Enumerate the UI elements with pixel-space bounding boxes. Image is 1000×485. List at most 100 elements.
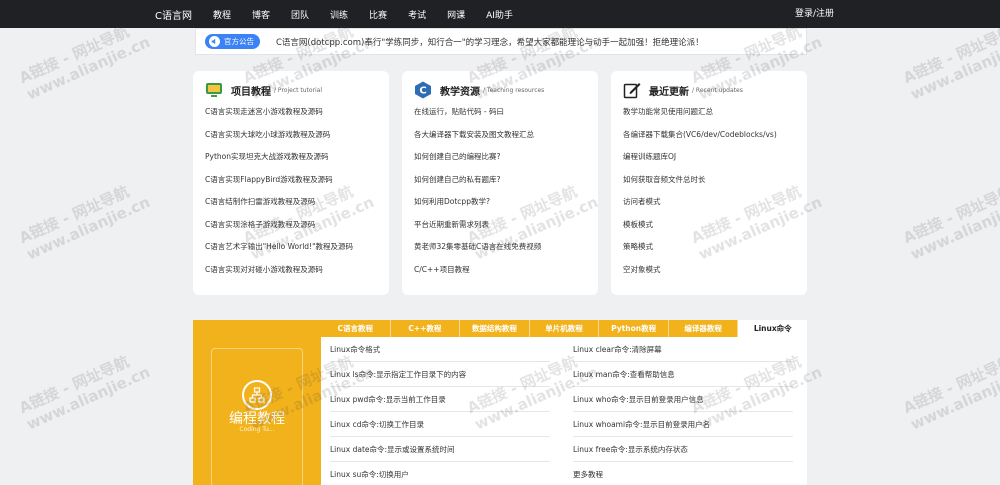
list-item[interactable]: C语言艺术字输出"Hello World!"教程及源码 <box>205 240 353 263</box>
list-item[interactable]: 教学功能常见使用问题汇总 <box>623 105 777 128</box>
announcement-badge: 官方公告 <box>205 34 260 49</box>
watermark: A链接 - 网址导航www.alianjie.cn <box>900 176 1000 264</box>
card-subtitle: / Project tutorial <box>274 86 323 94</box>
list-item[interactable]: Linux man命令:查看帮助信息 <box>573 362 793 387</box>
card-list: 在线运行，贴贴代码 - 码曰 各大编译器下载安装及图文教程汇总 如何创建自己的编… <box>414 105 541 285</box>
list-item[interactable]: 策略模式 <box>623 240 777 263</box>
list-item[interactable]: 黄老师32集零基础C语言在线免费视频 <box>414 240 541 263</box>
list-item[interactable]: Linux pwd命令:显示当前工作目录 <box>330 387 550 412</box>
tab-python-tutorial[interactable]: Python教程 <box>599 320 669 337</box>
tab-c-tutorial[interactable]: C语言教程 <box>321 320 391 337</box>
watermark: A链接 - 网址导航www.alianjie.cn <box>16 16 153 104</box>
list-item[interactable]: 各大编译器下载安装及图文教程汇总 <box>414 128 541 151</box>
card-title: 最近更新 <box>649 86 689 98</box>
more-tutorials-link[interactable]: 更多教程 <box>573 462 793 485</box>
watermark-line: www.alianjie.cn <box>23 192 153 264</box>
tab-mcu-tutorial[interactable]: 单片机教程 <box>530 320 600 337</box>
promo-title: 编程教程 <box>229 411 285 427</box>
list-item[interactable]: 如何创建自己的私有题库? <box>414 173 541 196</box>
promo-subtitle: Coding Tu... <box>239 426 275 433</box>
command-column-right: Linux clear命令:清除屏幕 Linux man命令:查看帮助信息 Li… <box>573 337 793 485</box>
list-item[interactable]: 访问者模式 <box>623 195 777 218</box>
list-item[interactable]: Python实现坦克大战游戏教程及源码 <box>205 150 353 173</box>
nav-item-team[interactable]: 团队 <box>291 8 309 21</box>
tab-data-structure-tutorial[interactable]: 数据结构教程 <box>460 320 530 337</box>
watermark-line: www.alianjie.cn <box>907 32 1000 104</box>
sitemap-icon <box>242 380 272 410</box>
nav-item-course[interactable]: 网课 <box>447 8 465 21</box>
list-item[interactable]: Linux cd命令:切换工作目录 <box>330 412 550 437</box>
list-item[interactable]: Linux clear命令:清除屏幕 <box>573 337 793 362</box>
announcement-text[interactable]: C语言网(dotcpp.com)奉行"学练同步，知行合一"的学习理念，希望大家都… <box>276 36 704 48</box>
list-item[interactable]: 在线运行，贴贴代码 - 码曰 <box>414 105 541 128</box>
svg-text:C: C <box>419 86 426 97</box>
nav-item-tutorial[interactable]: 教程 <box>213 8 231 21</box>
card-header: 最近更新 / Recent updates <box>623 77 743 103</box>
list-item[interactable]: 编程训练题库OJ <box>623 150 777 173</box>
list-item[interactable]: 如何获取音频文件总时长 <box>623 173 777 196</box>
list-item[interactable]: C语言结制作扫雷游戏教程及源码 <box>205 195 353 218</box>
list-item[interactable]: Linux who命令:显示目前登录用户信息 <box>573 387 793 412</box>
list-item[interactable]: Linux ls命令:显示指定工作目录下的内容 <box>330 362 550 387</box>
list-item[interactable]: C语言实现对对碰小游戏教程及源码 <box>205 263 353 286</box>
card-list: C语言实现走迷宫小游戏教程及源码 C语言实现大球吃小球游戏教程及源码 Pytho… <box>205 105 353 285</box>
card-title: 项目教程 <box>231 86 271 98</box>
list-item[interactable]: C语言实现走迷宫小游戏教程及源码 <box>205 105 353 128</box>
c-logo-icon: C <box>414 81 432 99</box>
tab-cpp-tutorial[interactable]: C++教程 <box>391 320 461 337</box>
tab-compiler-tutorial[interactable]: 编译器教程 <box>669 320 739 337</box>
list-item[interactable]: Linux free命令:显示系统内存状态 <box>573 437 793 462</box>
watermark: A链接 - 网址导航www.alianjie.cn <box>16 176 153 264</box>
speaker-icon <box>209 36 220 47</box>
list-item[interactable]: 空对象模式 <box>623 263 777 286</box>
list-item[interactable]: Linux su命令:切换用户 <box>330 462 550 485</box>
list-item[interactable]: 平台近期重新需求列表 <box>414 218 541 241</box>
watermark-line: www.alianjie.cn <box>23 32 153 104</box>
watermark-line: A链接 - 网址导航 <box>16 352 132 418</box>
top-navbar: C语言网 教程 博客 团队 训练 比赛 考试 网课 AI助手 登录/注册 <box>0 0 1000 28</box>
nav-item-exam[interactable]: 考试 <box>408 8 426 21</box>
card-list: 教学功能常见使用问题汇总 各编译器下载集合(VC6/dev/Codeblocks… <box>623 105 777 285</box>
command-list: Linux命令格式 Linux ls命令:显示指定工作目录下的内容 Linux … <box>321 337 807 485</box>
card-title: 教学资源 <box>440 86 480 98</box>
list-item[interactable]: C/C++项目教程 <box>414 263 541 286</box>
list-item[interactable]: 各编译器下载集合(VC6/dev/Codeblocks/vs) <box>623 128 777 151</box>
announcement-badge-label: 官方公告 <box>224 37 254 46</box>
watermark-line: A链接 - 网址导航 <box>900 182 1000 248</box>
login-register-link[interactable]: 登录/注册 <box>795 0 834 28</box>
card-header: C 教学资源 / Teaching resources <box>414 77 544 103</box>
card-subtitle: / Recent updates <box>692 86 743 94</box>
nav-item-training[interactable]: 训练 <box>330 8 348 21</box>
list-item[interactable]: 如何利用Dotcpp教学? <box>414 195 541 218</box>
watermark-line: A链接 - 网址导航 <box>16 182 132 248</box>
watermark-line: A链接 - 网址导航 <box>900 352 1000 418</box>
list-item[interactable]: C语言实现涂格子游戏教程及源码 <box>205 218 353 241</box>
tutorial-tabs: C语言教程 C++教程 数据结构教程 单片机教程 Python教程 编译器教程 … <box>321 320 807 337</box>
list-item[interactable]: Linux命令格式 <box>330 337 550 362</box>
nav-item-ai-assistant[interactable]: AI助手 <box>486 8 513 21</box>
card-teaching-resources: C 教学资源 / Teaching resources 在线运行，贴贴代码 - … <box>402 71 598 295</box>
list-item[interactable]: 如何创建自己的编程比赛? <box>414 150 541 173</box>
announcement-bar: 官方公告 C语言网(dotcpp.com)奉行"学练同步，知行合一"的学习理念，… <box>195 28 807 55</box>
command-column-left: Linux命令格式 Linux ls命令:显示指定工作目录下的内容 Linux … <box>330 337 550 485</box>
watermark-line: www.alianjie.cn <box>907 362 1000 434</box>
list-item[interactable]: Linux date命令:显示或设置系统时间 <box>330 437 550 462</box>
card-project-tutorial: 项目教程 / Project tutorial C语言实现走迷宫小游戏教程及源码… <box>193 71 389 295</box>
list-item[interactable]: C语言实现大球吃小球游戏教程及源码 <box>205 128 353 151</box>
list-item[interactable]: C语言实现FlappyBird游戏教程及源码 <box>205 173 353 196</box>
list-item[interactable]: Linux whoami命令:显示目前登录用户名 <box>573 412 793 437</box>
brand-link[interactable]: C语言网 <box>155 7 192 22</box>
tab-linux-commands[interactable]: Linux命令 <box>738 320 807 337</box>
watermark: A链接 - 网址导航www.alianjie.cn <box>900 346 1000 434</box>
list-item[interactable]: 模板模式 <box>623 218 777 241</box>
promo-banner[interactable]: 编程教程 Coding Tu... <box>193 320 321 485</box>
watermark-line: www.alianjie.cn <box>23 362 153 434</box>
watermark: A链接 - 网址导航www.alianjie.cn <box>900 16 1000 104</box>
watermark: A链接 - 网址导航www.alianjie.cn <box>16 346 153 434</box>
edit-icon <box>623 81 641 99</box>
watermark-line: www.alianjie.cn <box>907 192 1000 264</box>
nav-item-blog[interactable]: 博客 <box>252 8 270 21</box>
monitor-icon <box>205 81 223 99</box>
nav-item-contest[interactable]: 比赛 <box>369 8 387 21</box>
main-nav: C语言网 教程 博客 团队 训练 比赛 考试 网课 AI助手 <box>155 0 534 28</box>
